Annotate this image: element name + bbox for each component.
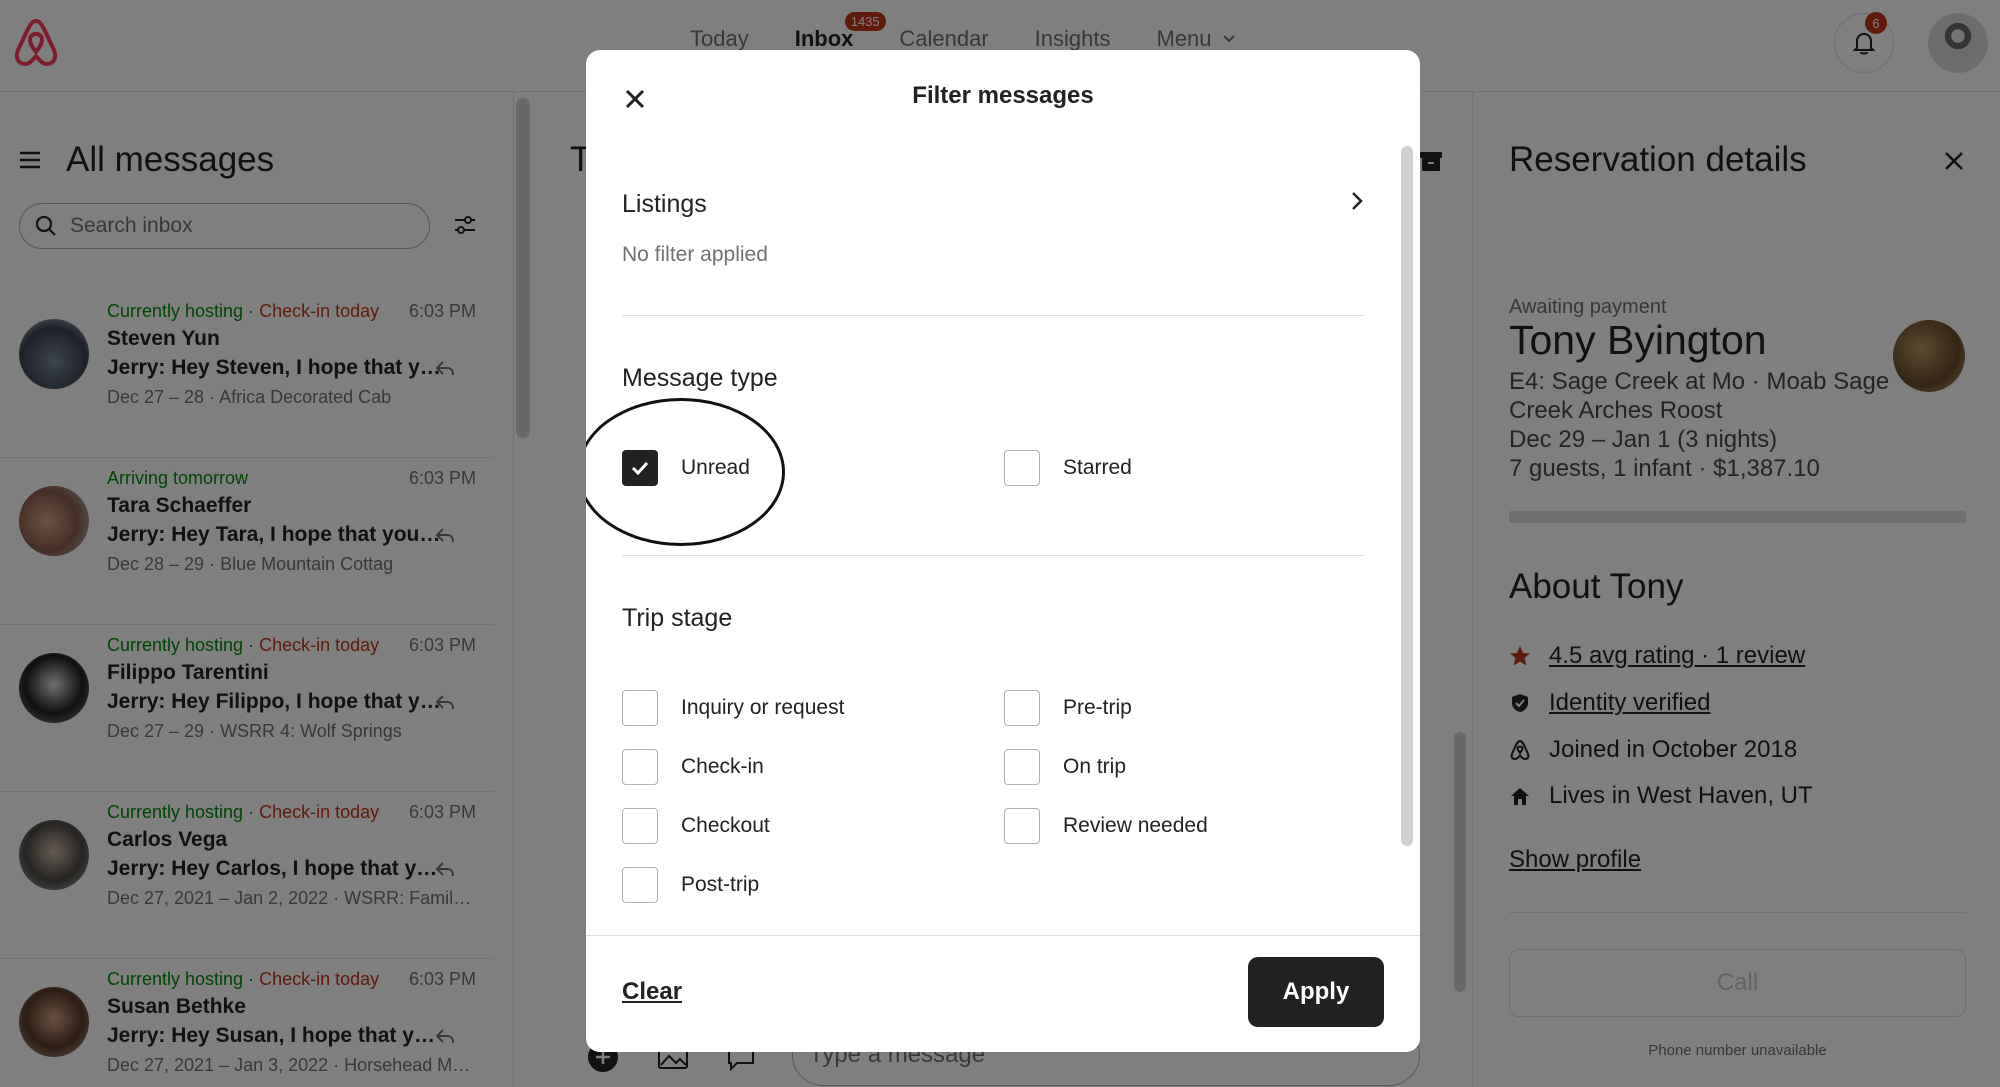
- checkbox-label: Checkout: [681, 814, 770, 837]
- modal-footer: Clear Apply: [586, 935, 1420, 1052]
- review-needed-checkbox[interactable]: Review needed: [1004, 808, 1208, 844]
- checkbox-label: Starred: [1063, 456, 1132, 479]
- modal-scrollbar[interactable]: [1401, 146, 1413, 846]
- checkbox-label: Unread: [681, 456, 750, 479]
- checkout-checkbox[interactable]: Checkout: [622, 808, 770, 844]
- checkbox-box[interactable]: [1004, 808, 1040, 844]
- post-trip-checkbox[interactable]: Post-trip: [622, 867, 759, 903]
- pre-trip-checkbox[interactable]: Pre-trip: [1004, 690, 1132, 726]
- on-trip-checkbox[interactable]: On trip: [1004, 749, 1126, 785]
- checkbox-label: Post-trip: [681, 873, 760, 896]
- chevron-right-icon[interactable]: [1346, 190, 1368, 212]
- starred-checkbox[interactable]: Starred: [1004, 450, 1132, 486]
- divider: [622, 315, 1363, 316]
- checkbox-box[interactable]: [1004, 690, 1040, 726]
- listings-filter-value: No filter applied: [622, 243, 768, 266]
- filter-messages-modal: Filter messages Listings No filter appli…: [586, 50, 1420, 1052]
- trip-stage-label: Trip stage: [622, 604, 733, 632]
- close-icon[interactable]: [622, 86, 648, 112]
- checkmark-icon: [631, 461, 649, 476]
- checkbox-box[interactable]: [622, 867, 658, 903]
- clear-button[interactable]: Clear: [622, 978, 682, 1006]
- checkbox-box[interactable]: [1004, 450, 1040, 486]
- checkbox-label: Inquiry or request: [681, 696, 845, 719]
- checkbox-box[interactable]: [1004, 749, 1040, 785]
- listings-label[interactable]: Listings: [622, 190, 707, 219]
- checkbox-label: On trip: [1063, 755, 1127, 778]
- inquiry-checkbox[interactable]: Inquiry or request: [622, 690, 844, 726]
- message-type-label: Message type: [622, 364, 778, 392]
- checkbox-label: Pre-trip: [1063, 696, 1132, 719]
- unread-checkbox[interactable]: Unread: [622, 450, 750, 486]
- divider: [622, 555, 1363, 556]
- checkbox-label: Check-in: [681, 755, 764, 778]
- checkbox-box[interactable]: [622, 450, 658, 486]
- checkbox-box[interactable]: [622, 690, 658, 726]
- checkbox-label: Review needed: [1063, 814, 1208, 837]
- checkbox-box[interactable]: [622, 808, 658, 844]
- apply-button[interactable]: Apply: [1248, 957, 1384, 1027]
- check-in-checkbox[interactable]: Check-in: [622, 749, 764, 785]
- modal-title: Filter messages: [912, 82, 1094, 109]
- checkbox-box[interactable]: [622, 749, 658, 785]
